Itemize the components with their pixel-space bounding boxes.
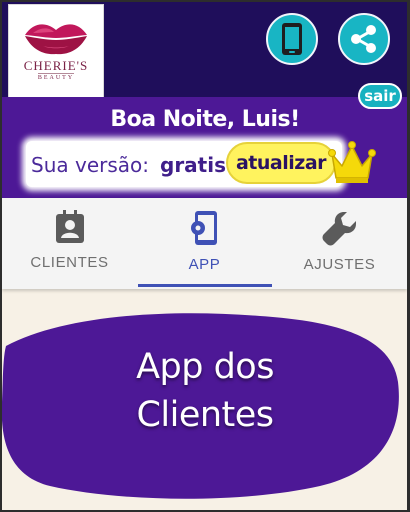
tab-app[interactable]: APP: [137, 198, 272, 289]
tab-ajustes-label: AJUSTES: [303, 256, 376, 273]
tab-clientes-label: CLIENTES: [30, 254, 109, 271]
version-value: gratis: [160, 153, 226, 177]
greeting-text: Boa Noite, Luis!: [110, 107, 300, 132]
tab-ajustes[interactable]: AJUSTES: [272, 198, 407, 289]
phone-settings-icon: [190, 211, 217, 245]
tab-app-label: APP: [188, 256, 221, 273]
brand-subtitle: BEAUTY: [37, 73, 75, 81]
update-button[interactable]: atualizar: [226, 142, 336, 184]
crown-icon: [328, 141, 376, 183]
share-button[interactable]: [338, 13, 390, 65]
hero-line-2: Clientes: [136, 395, 274, 435]
active-tab-indicator: [138, 284, 272, 287]
share-icon: [351, 25, 376, 53]
phone-button[interactable]: [266, 13, 318, 65]
tab-clientes[interactable]: CLIENTES: [2, 198, 137, 289]
hero-title: App dos Clientes: [0, 343, 410, 439]
smartphone-icon: [282, 23, 302, 55]
wrench-icon: [322, 212, 356, 246]
version-label: Sua versão:: [31, 153, 149, 177]
brand-logo: CHERIE'S BEAUTY: [8, 4, 104, 100]
contact-badge-icon: [55, 210, 84, 243]
logout-button[interactable]: sair: [358, 83, 402, 109]
tab-bar: CLIENTES APP AJUSTES: [2, 198, 407, 289]
hero-line-1: App dos: [136, 347, 274, 387]
lips-icon: [25, 24, 87, 55]
brand-name: CHERIE'S: [23, 58, 89, 73]
